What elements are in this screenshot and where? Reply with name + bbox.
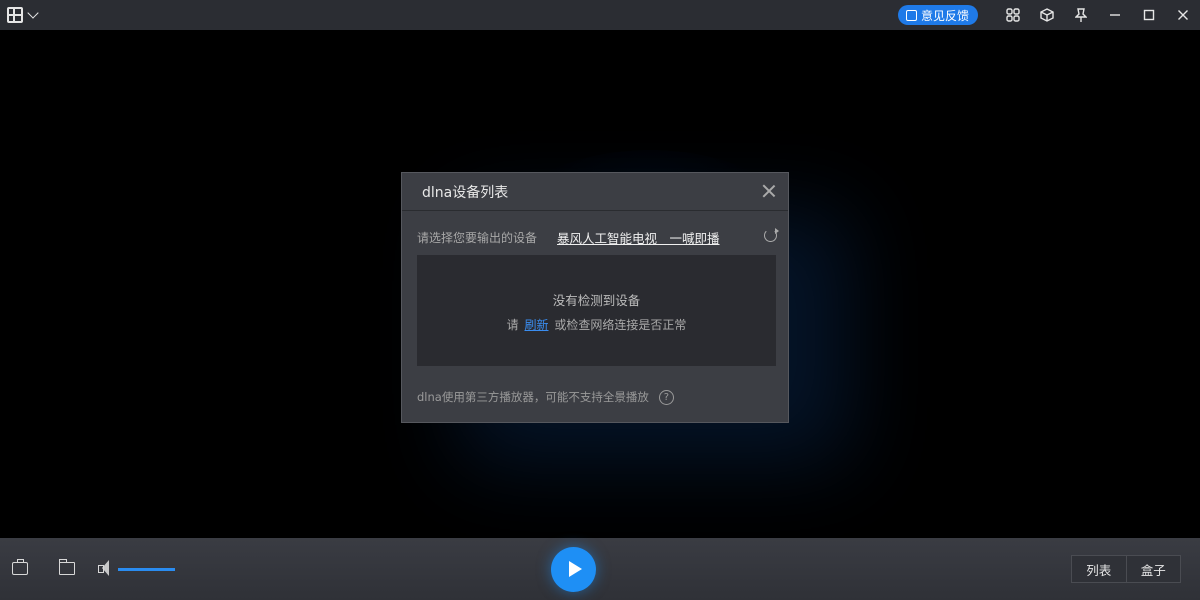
tab-box[interactable]: 盒子 — [1125, 556, 1181, 582]
feedback-icon — [905, 9, 917, 21]
title-bar: 意见反馈 — [0, 0, 1200, 30]
volume-slider[interactable] — [118, 568, 175, 571]
dialog-title: dlna设备列表 — [422, 184, 509, 201]
dialog-header: dlna设备列表 — [402, 173, 788, 211]
maximize-button[interactable] — [1132, 0, 1166, 30]
feedback-label: 意见反馈 — [920, 8, 969, 23]
dialog-footer: dlna使用第三方播放器，可能不支持全景播放 ? — [417, 389, 674, 405]
empty-state-text: 没有检测到设备 — [552, 293, 641, 308]
promo-tv-link[interactable]: 暴风人工智能电视 一喊即播 — [557, 228, 720, 247]
hint-prefix: 请 — [506, 318, 519, 332]
close-icon — [1178, 10, 1188, 20]
3d-view-button[interactable] — [1030, 0, 1064, 30]
refresh-icon[interactable] — [764, 228, 779, 242]
help-icon[interactable]: ? — [658, 389, 674, 405]
close-window-button[interactable] — [1166, 0, 1200, 30]
play-button[interactable] — [551, 547, 596, 592]
cube-icon — [1040, 8, 1054, 22]
main-menu-button[interactable] — [0, 0, 39, 30]
dlna-device-dialog: dlna设备列表 请选择您要输出的设备 暴风人工智能电视 一喊即播 没有检测到设… — [401, 172, 789, 423]
hint-suffix: 或检查网络连接是否正常 — [554, 318, 687, 332]
volume-icon[interactable] — [98, 560, 110, 576]
toolbox-icon[interactable] — [12, 559, 28, 575]
footer-note: dlna使用第三方播放器，可能不支持全景播放 — [417, 390, 649, 404]
device-select-prompt: 请选择您要输出的设备 — [417, 230, 538, 245]
volume-slider-fill — [118, 568, 175, 571]
menu-icon — [7, 7, 23, 23]
refresh-link[interactable]: 刷新 — [524, 318, 548, 332]
dialog-close-icon[interactable] — [762, 184, 776, 198]
empty-state-hint: 请 刷新 或检查网络连接是否正常 — [417, 316, 776, 333]
feedback-button[interactable]: 意见反馈 — [897, 5, 978, 25]
pin-icon — [1075, 7, 1087, 22]
pin-button[interactable] — [1064, 0, 1098, 30]
device-list: 没有检测到设备 请 刷新 或检查网络连接是否正常 — [417, 255, 776, 366]
minimize-icon — [1110, 14, 1120, 16]
tab-playlist[interactable]: 列表 — [1072, 556, 1126, 582]
apps-icon — [1006, 8, 1020, 22]
panel-tabs: 列表 盒子 — [1071, 555, 1181, 583]
device-select-row: 请选择您要输出的设备 暴风人工智能电视 一喊即播 — [417, 227, 779, 247]
minimize-button[interactable] — [1098, 0, 1132, 30]
maximize-icon — [1143, 9, 1155, 21]
folder-icon[interactable] — [59, 559, 75, 575]
chevron-down-icon — [27, 7, 39, 19]
control-bar: 列表 盒子 — [0, 538, 1200, 600]
apps-button[interactable] — [996, 0, 1030, 30]
